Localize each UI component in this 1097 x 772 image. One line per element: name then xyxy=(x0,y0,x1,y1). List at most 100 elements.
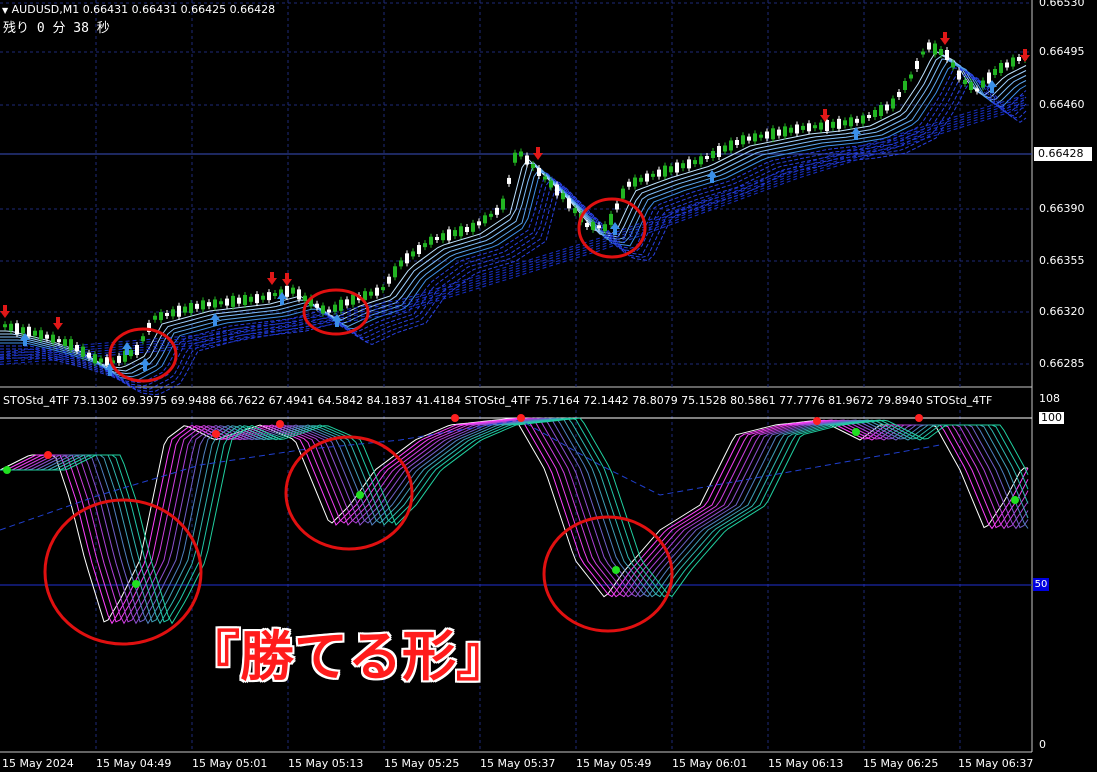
indicator-scale-bottom: 0 xyxy=(1039,738,1046,751)
signal-dot xyxy=(813,417,821,425)
candle-body xyxy=(165,312,169,316)
candle-body xyxy=(441,233,445,241)
candle-body xyxy=(789,127,793,133)
price-label: 0.66390 xyxy=(1039,202,1085,215)
candle-body xyxy=(921,51,925,55)
candle-body xyxy=(765,131,769,139)
down-arrow-icon xyxy=(1020,49,1030,62)
signal-dot xyxy=(852,428,860,436)
price-label: 0.66460 xyxy=(1039,98,1085,111)
candle-body xyxy=(135,345,139,355)
candle-body xyxy=(297,289,301,300)
candle-body xyxy=(159,312,163,321)
signal-dot xyxy=(44,451,52,459)
indicator-scale-100: 100 xyxy=(1039,411,1064,424)
candle-body xyxy=(597,225,601,229)
price-label: 0.66530 xyxy=(1039,0,1085,9)
candle-body xyxy=(459,226,463,237)
candle-body xyxy=(837,118,841,129)
candle-body xyxy=(819,122,823,130)
candle-body xyxy=(201,300,205,310)
candle-body xyxy=(207,302,211,307)
candle-body xyxy=(393,266,397,278)
trading-chart[interactable] xyxy=(0,0,1097,772)
candle-body xyxy=(93,354,97,364)
candle-body xyxy=(963,80,967,84)
candle-body xyxy=(951,62,955,68)
candle-body xyxy=(141,336,145,342)
candle-body xyxy=(63,339,67,347)
candle-body xyxy=(987,72,991,84)
candle-body xyxy=(609,213,613,225)
down-arrow-icon xyxy=(940,32,950,45)
candle-body xyxy=(699,156,703,165)
candle-body xyxy=(237,297,241,304)
triangle-down-icon[interactable]: ▼ xyxy=(2,6,8,15)
time-label: 15 May 05:13 xyxy=(288,757,364,770)
candle-body xyxy=(957,70,961,80)
candle-body xyxy=(21,327,25,334)
signal-dot xyxy=(451,414,459,422)
candle-body xyxy=(117,355,121,363)
signal-dot xyxy=(356,491,364,499)
candle-body xyxy=(591,221,595,230)
candle-body xyxy=(717,146,721,157)
ma-ribbon-line xyxy=(0,77,1027,396)
candle-body xyxy=(249,296,253,302)
candle-body xyxy=(849,117,853,127)
candle-body xyxy=(585,223,589,227)
candle-body xyxy=(255,294,259,304)
candle-body xyxy=(759,134,763,138)
candle-body xyxy=(747,136,751,141)
candle-body xyxy=(621,188,625,199)
candle-body xyxy=(903,81,907,90)
signal-dot xyxy=(276,420,284,428)
candle-body xyxy=(567,198,571,209)
candle-body xyxy=(843,120,847,126)
candle-body xyxy=(573,208,577,214)
candle-body xyxy=(915,61,919,69)
candle-body xyxy=(639,177,643,182)
candle-body xyxy=(615,203,619,210)
candle-body xyxy=(75,345,79,351)
candle-body xyxy=(225,298,229,306)
candle-body xyxy=(465,227,469,232)
signal-dot xyxy=(212,430,220,438)
candle-body xyxy=(753,133,757,142)
candle-body xyxy=(897,92,901,97)
candle-body xyxy=(771,128,775,140)
candle-body xyxy=(825,120,829,131)
candle-body xyxy=(339,299,343,311)
signal-dot xyxy=(915,414,923,422)
candle-body xyxy=(399,260,403,267)
candle-body xyxy=(327,309,331,313)
candle-body xyxy=(669,166,673,173)
candle-body xyxy=(285,285,289,297)
candle-body xyxy=(213,299,217,308)
candle-body xyxy=(531,164,535,168)
candle-body xyxy=(729,140,733,151)
down-arrow-icon xyxy=(0,305,10,318)
candle-body xyxy=(243,294,247,305)
candle-body xyxy=(501,198,505,210)
candle-body xyxy=(549,180,553,188)
candle-body xyxy=(27,326,31,337)
candle-body xyxy=(45,334,49,339)
candle-body xyxy=(105,357,109,366)
candle-body xyxy=(303,295,307,301)
time-label: 15 May 05:49 xyxy=(576,757,652,770)
candle-body xyxy=(351,294,355,305)
candle-body xyxy=(153,315,157,320)
candle-body xyxy=(483,215,487,224)
signal-dot xyxy=(1011,496,1019,504)
candle-body xyxy=(909,74,913,79)
candle-body xyxy=(171,309,175,317)
time-label: 15 May 06:13 xyxy=(768,757,844,770)
candle-body xyxy=(513,152,517,163)
candle-body xyxy=(687,159,691,169)
candle-body xyxy=(489,213,493,217)
candle-body xyxy=(423,243,427,248)
candle-body xyxy=(231,295,235,307)
candle-body xyxy=(3,324,7,328)
candle-body xyxy=(507,177,511,184)
